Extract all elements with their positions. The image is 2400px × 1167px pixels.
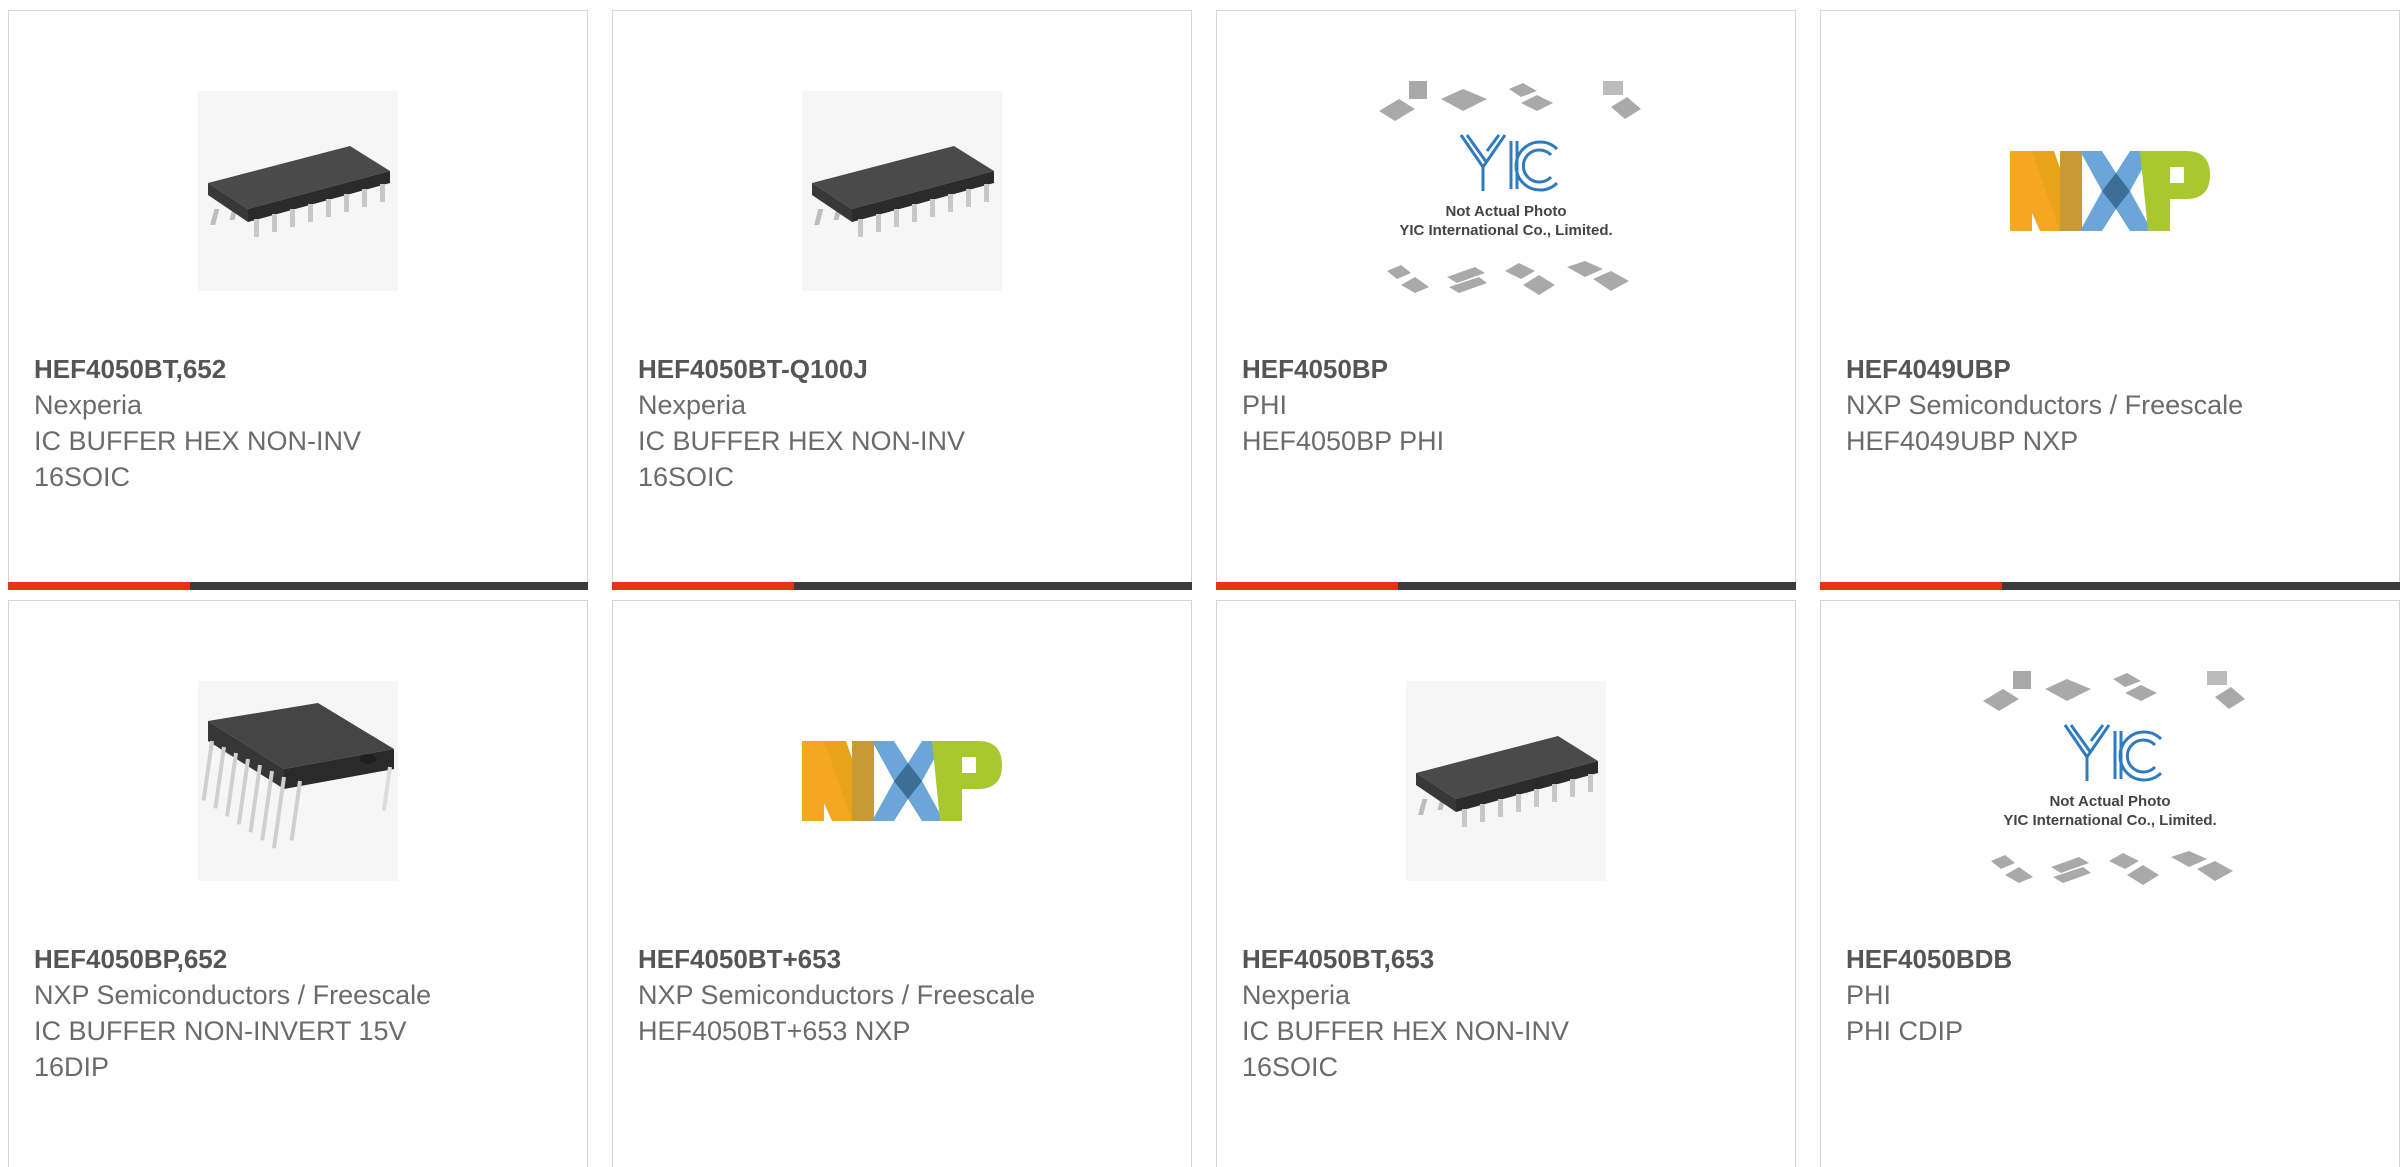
part-number[interactable]: HEF4050BT,652 (34, 351, 567, 387)
product-card[interactable]: Not Actual Photo YIC International Co., … (1216, 10, 1796, 590)
product-card[interactable]: HEF4050BT,653 Nexperia IC BUFFER HEX NON… (1216, 600, 1796, 1167)
description: HEF4049UBP NXP (1846, 426, 2079, 456)
nxp-logo (802, 741, 1002, 821)
package: 16SOIC (34, 462, 131, 492)
manufacturer: Nexperia (1242, 980, 1351, 1010)
product-card[interactable]: HEF4050BT,652 Nexperia IC BUFFER HEX NON… (8, 10, 588, 590)
manufacturer: NXP Semiconductors / Freescale (638, 980, 1036, 1010)
placeholder-text-2: YIC International Co., Limited. (2003, 812, 2216, 829)
card-footer-bar (1216, 582, 1796, 590)
manufacturer: PHI (1242, 390, 1288, 420)
description: IC BUFFER HEX NON-INV (34, 426, 362, 456)
description: IC BUFFER NON-INVERT 15V (34, 1016, 407, 1046)
description: HEF4050BT+653 NXP (638, 1016, 911, 1046)
product-image[interactable]: Not Actual Photo YIC International Co., … (1821, 641, 2399, 921)
soic-chip-image (802, 91, 1002, 291)
card-footer-bar (612, 582, 1192, 590)
placeholder-text-2: YIC International Co., Limited. (1399, 222, 1612, 239)
product-image[interactable] (613, 51, 1191, 331)
card-footer-bar (1820, 582, 2400, 590)
product-image[interactable] (1821, 51, 2399, 331)
not-actual-photo-placeholder: Not Actual Photo YIC International Co., … (1379, 81, 1641, 295)
product-image[interactable] (9, 51, 587, 331)
product-card[interactable]: Not Actual Photo YIC International Co., … (1820, 600, 2400, 1167)
product-image[interactable]: Not Actual Photo YIC International Co., … (1217, 51, 1795, 331)
manufacturer: Nexperia (638, 390, 747, 420)
product-image[interactable] (1217, 641, 1795, 921)
manufacturer: NXP Semiconductors / Freescale (34, 980, 432, 1010)
nxp-logo (2010, 151, 2210, 231)
description: IC BUFFER HEX NON-INV (1242, 1016, 1570, 1046)
part-number[interactable]: HEF4050BP,652 (34, 941, 567, 977)
product-image[interactable] (9, 641, 587, 921)
soic-chip-image (198, 91, 398, 291)
description: PHI CDIP (1846, 1016, 1964, 1046)
product-card[interactable]: HEF4050BT-Q100J Nexperia IC BUFFER HEX N… (612, 10, 1192, 590)
placeholder-text-1: Not Actual Photo (2049, 793, 2170, 810)
part-number[interactable]: HEF4049UBP (1846, 351, 2379, 387)
dip-chip-image (198, 681, 398, 881)
placeholder-text-1: Not Actual Photo (1445, 203, 1566, 220)
product-card[interactable]: HEF4049UBP NXP Semiconductors / Freescal… (1820, 10, 2400, 590)
part-number[interactable]: HEF4050BT+653 (638, 941, 1171, 977)
not-actual-photo-placeholder: Not Actual Photo YIC International Co., … (1983, 671, 2245, 885)
product-card[interactable]: HEF4050BT+653 NXP Semiconductors / Frees… (612, 600, 1192, 1167)
product-image[interactable] (613, 641, 1191, 921)
part-number[interactable]: HEF4050BT,653 (1242, 941, 1775, 977)
manufacturer: Nexperia (34, 390, 143, 420)
part-number[interactable]: HEF4050BDB (1846, 941, 2379, 977)
description: HEF4050BP PHI (1242, 426, 1445, 456)
soic-chip-image (1406, 681, 1606, 881)
card-footer-bar (8, 582, 588, 590)
description: IC BUFFER HEX NON-INV (638, 426, 966, 456)
part-number[interactable]: HEF4050BT-Q100J (638, 351, 1171, 387)
manufacturer: PHI (1846, 980, 1892, 1010)
manufacturer: NXP Semiconductors / Freescale (1846, 390, 2244, 420)
package: 16DIP (34, 1052, 110, 1082)
package: 16SOIC (1242, 1052, 1339, 1082)
package: 16SOIC (638, 462, 735, 492)
part-number[interactable]: HEF4050BP (1242, 351, 1775, 387)
product-card[interactable]: HEF4050BP,652 NXP Semiconductors / Frees… (8, 600, 588, 1167)
